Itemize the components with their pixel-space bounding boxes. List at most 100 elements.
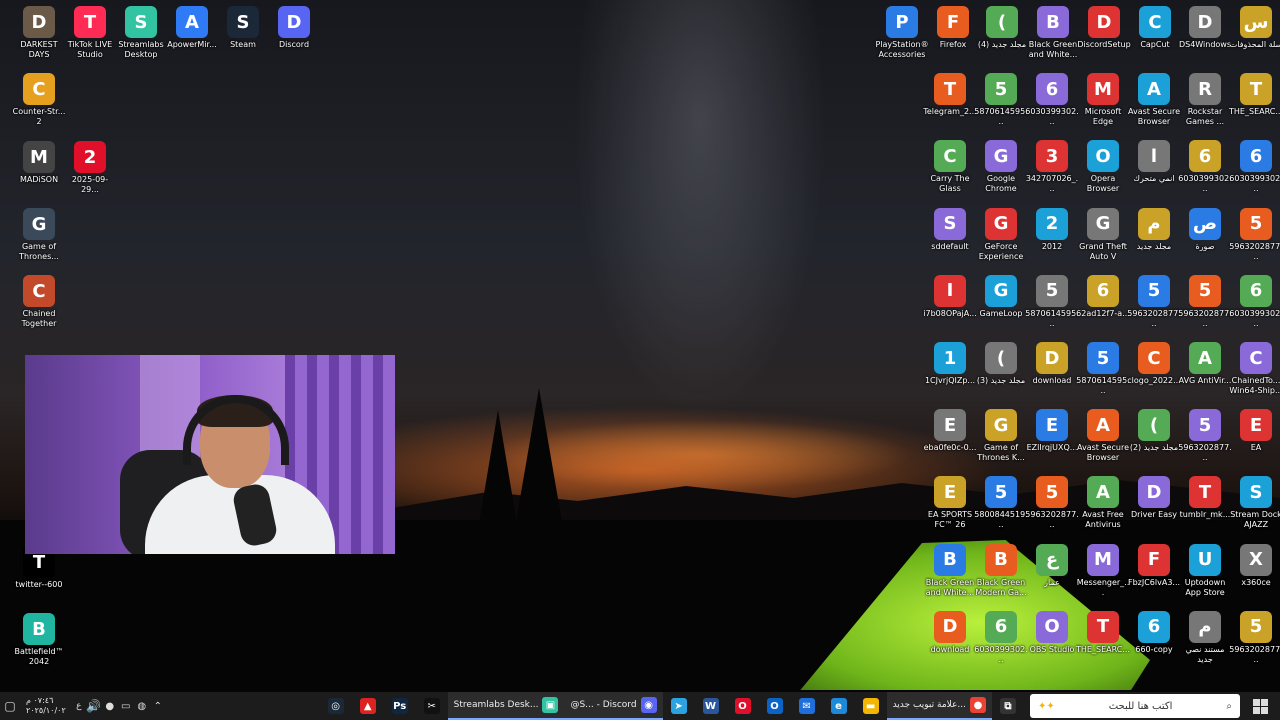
desktop-shortcut-5963202877[interactable]: 5 5963202877... [1229, 204, 1280, 262]
desktop-shortcut-download[interactable]: Ddownload [923, 607, 977, 655]
desktop-shortcut-item[interactable]: ع عمار [1025, 540, 1079, 588]
desktop-shortcut-rockstar-games[interactable]: R Rockstar Games ... [1178, 69, 1232, 127]
desktop-shortcut-5870614595[interactable]: 5 5870614595... [974, 69, 1028, 127]
desktop-shortcut-5870614595[interactable]: 5 5870614595... [1025, 271, 1079, 329]
search-box[interactable]: ✦✦ اكتب هنا للبحث ⌕ [1030, 694, 1240, 718]
taskbar-streamlabs[interactable]: Streamlabs Desk... ▣ [447, 692, 565, 720]
desktop-shortcut-black-green-modern-ga[interactable]: B Black Green Modern Ga... [974, 540, 1028, 598]
desktop-shortcut-5870614595[interactable]: 5 5870614595... [1076, 338, 1130, 396]
desktop-shortcut-avg-antivir[interactable]: A AVG AntiVir... [1178, 338, 1232, 386]
desktop-shortcut-microsoft-edge[interactable]: M Microsoft Edge [1076, 69, 1130, 127]
desktop-shortcut-the-searc[interactable]: T THE_SEARC... [1076, 607, 1130, 655]
desktop-shortcut-6030399302[interactable]: 6 6030399302... [974, 607, 1028, 665]
desktop-shortcut-item[interactable]: س سلة المحذوفات [1229, 2, 1280, 50]
desktop-shortcut-telegram-2[interactable]: T Telegram_2... [923, 69, 977, 117]
language-indicator[interactable]: ع [72, 692, 86, 720]
desktop-shortcut-avast-secure-browser[interactable]: A Avast Secure Browser [1127, 69, 1181, 127]
desktop-shortcut-x360ce[interactable]: Xx360ce [1229, 540, 1280, 588]
taskbar-chrome[interactable]: علامة تبويب جديد... ● [886, 692, 992, 720]
desktop-shortcut-6030399302[interactable]: 6 6030399302... [1025, 69, 1079, 127]
desktop-shortcut-5963202877[interactable]: 5 5963202877... [1229, 607, 1280, 665]
desktop-shortcut-ezlirqjuxq[interactable]: E EZlIrqjUXQ... [1025, 405, 1079, 453]
microphone-tray-icon[interactable]: ● [102, 692, 118, 720]
desktop-shortcut-fbzjc6lva3[interactable]: F FbzJC6lvA3... [1127, 540, 1181, 588]
desktop-shortcut-black-green-and-white[interactable]: B Black Green and White... [1026, 2, 1080, 60]
taskbar-telegram[interactable]: ➤ [663, 692, 695, 720]
chevron-up-icon[interactable]: ⌃ [150, 692, 166, 720]
desktop-shortcut-item[interactable]: ص صورة [1178, 204, 1232, 252]
desktop-shortcut-carry-the-glass[interactable]: C Carry The Glass [923, 136, 977, 194]
desktop-shortcut-i7b08opaja[interactable]: Ii7b08OPajA... [923, 271, 977, 319]
taskbar-stream-dock[interactable]: ▲ [352, 692, 384, 720]
taskbar-clock[interactable]: ٠٧:٤٦ م ٢٠٢٥/١٠/٠٢ [20, 696, 72, 716]
desktop-shortcut-6030399302[interactable]: 6 6030399302... [1229, 271, 1280, 329]
taskbar-capcut[interactable]: ✂ [416, 692, 448, 720]
network-icon[interactable]: ▭ [118, 692, 134, 720]
desktop-shortcut-discordsetup[interactable]: D DiscordSetup [1077, 2, 1131, 50]
desktop-shortcut-google-chrome[interactable]: G Google Chrome [974, 136, 1028, 194]
taskbar-mail[interactable]: ✉ [791, 692, 823, 720]
taskbar-task-view[interactable]: ⧉ [992, 692, 1024, 720]
desktop-shortcut-apowermir[interactable]: A ApowerMir... [165, 2, 219, 50]
desktop-shortcut-game-of-thrones-k[interactable]: G Game of Thrones K... [974, 405, 1028, 463]
desktop-shortcut-5963202877[interactable]: 5 5963202877... [1025, 472, 1079, 530]
desktop-shortcut-item[interactable]: م مستند نصي جديد [1178, 607, 1232, 665]
desktop-shortcut-eba0fe0c-0[interactable]: Eeba0fe0c-0... [923, 405, 977, 453]
desktop-shortcut-darkest-days[interactable]: D DARKEST DAYS [12, 2, 66, 60]
desktop-shortcut-obs-studio[interactable]: O OBS Studio [1025, 607, 1079, 655]
desktop-shortcut-6030399302[interactable]: 6 6030399302... [1229, 136, 1280, 194]
taskbar-photoshop[interactable]: Ps [384, 692, 416, 720]
desktop-shortcut-3[interactable]: ((3) مجلد جديد [974, 338, 1028, 386]
windows-start-icon[interactable] [1240, 692, 1280, 720]
desktop-shortcut-clogo-2022[interactable]: Cclogo_2022... [1127, 338, 1181, 386]
desktop-shortcut-5963202877[interactable]: 5 5963202877... [1178, 271, 1232, 329]
desktop-shortcut-tumblr-mk[interactable]: Ttumblr_mk... [1178, 472, 1232, 520]
taskbar-discord[interactable]: @S... - Discord ◉ [564, 692, 663, 720]
desktop-shortcut-2[interactable]: ((2) مجلد جديد [1127, 405, 1181, 453]
desktop-shortcut-342707026[interactable]: 3 342707026_... [1025, 136, 1079, 194]
desktop-shortcut-grand-theft-auto-v[interactable]: G Grand Theft Auto V [1076, 204, 1130, 262]
desktop-shortcut-game-of-thrones[interactable]: G Game of Thrones... [12, 204, 66, 262]
desktop-shortcut-battlefield-2042[interactable]: B Battlefield™ 2042 [12, 609, 66, 667]
desktop-shortcut-uptodown-app-store[interactable]: U Uptodown App Store [1178, 540, 1232, 598]
desktop-shortcut-geforce-experience[interactable]: G GeForce Experience [974, 204, 1028, 262]
desktop-shortcut-5963202877[interactable]: 5 5963202877... [1127, 271, 1181, 329]
desktop-shortcut-ea[interactable]: E EA [1229, 405, 1280, 453]
desktop-shortcut-chained-together[interactable]: C Chained Together [12, 271, 66, 329]
desktop-shortcut-5963202877[interactable]: 5 5963202877... [1178, 405, 1232, 463]
desktop-shortcut-tiktok-live-studio[interactable]: T TikTok LIVE Studio [63, 2, 117, 60]
obs-tray-icon[interactable]: ◍ [134, 692, 150, 720]
taskbar-opera[interactable]: O [727, 692, 759, 720]
desktop-shortcut-62ad12f7-a[interactable]: 6 62ad12f7-a... [1076, 271, 1130, 319]
desktop-shortcut-ds4windows[interactable]: D DS4Windows [1178, 2, 1232, 50]
desktop-shortcut-item[interactable]: ا انمي متحرك [1127, 136, 1181, 184]
desktop-shortcut-steam[interactable]: S Steam [216, 2, 270, 50]
desktop-shortcut-avast-free-antivirus[interactable]: A Avast Free Antivirus [1076, 472, 1130, 530]
notification-icon[interactable]: ▢ [0, 692, 20, 720]
desktop-shortcut-counter-str-2[interactable]: C Counter-Str... 2 [12, 69, 66, 127]
desktop-shortcut-streamlabs-desktop[interactable]: S Streamlabs Desktop [114, 2, 168, 60]
desktop-shortcut-driver-easy[interactable]: D Driver Easy [1127, 472, 1181, 520]
desktop-shortcut-avast-secure-browser[interactable]: A Avast Secure Browser [1076, 405, 1130, 463]
taskbar-outlook[interactable]: O [759, 692, 791, 720]
desktop-shortcut-4[interactable]: ((4) مجلد جديد [975, 2, 1029, 50]
desktop-shortcut-messenger[interactable]: M Messenger_... [1076, 540, 1130, 598]
desktop-shortcut-the-searc[interactable]: T THE_SEARC... [1229, 69, 1280, 117]
taskbar-steam[interactable]: ◎ [320, 692, 352, 720]
taskbar-word[interactable]: W [695, 692, 727, 720]
desktop-shortcut-black-green-and-white[interactable]: B Black Green and White... [923, 540, 977, 598]
desktop-shortcut-download[interactable]: Ddownload [1025, 338, 1079, 386]
desktop-shortcut-1cjvrjqizp[interactable]: 1 1CJvrjQIZp... [923, 338, 977, 386]
desktop-shortcut-chainedto-win64-ship[interactable]: C ChainedTo... Win64-Ship... [1229, 338, 1280, 396]
taskbar-edge[interactable]: e [823, 692, 855, 720]
desktop-shortcut-item[interactable]: م مجلد جديد [1127, 204, 1181, 252]
volume-icon[interactable]: 🔊 [86, 692, 102, 720]
desktop-shortcut-2012[interactable]: 2 2012 [1025, 204, 1079, 252]
desktop-shortcut-firefox[interactable]: F Firefox [926, 2, 980, 50]
desktop-shortcut-660-copy[interactable]: 6 660-copy [1127, 607, 1181, 655]
desktop-shortcut-gameloop[interactable]: G GameLoop [974, 271, 1028, 319]
desktop-shortcut-2025-09-29[interactable]: 2 2025-09-29... [63, 137, 117, 195]
desktop-shortcut-capcut[interactable]: C CapCut [1128, 2, 1182, 50]
desktop-shortcut-5800844519[interactable]: 5 5800844519... [974, 472, 1028, 530]
desktop-shortcut-ea-sports-fc-26[interactable]: E EA SPORTS FC™ 26 [923, 472, 977, 530]
